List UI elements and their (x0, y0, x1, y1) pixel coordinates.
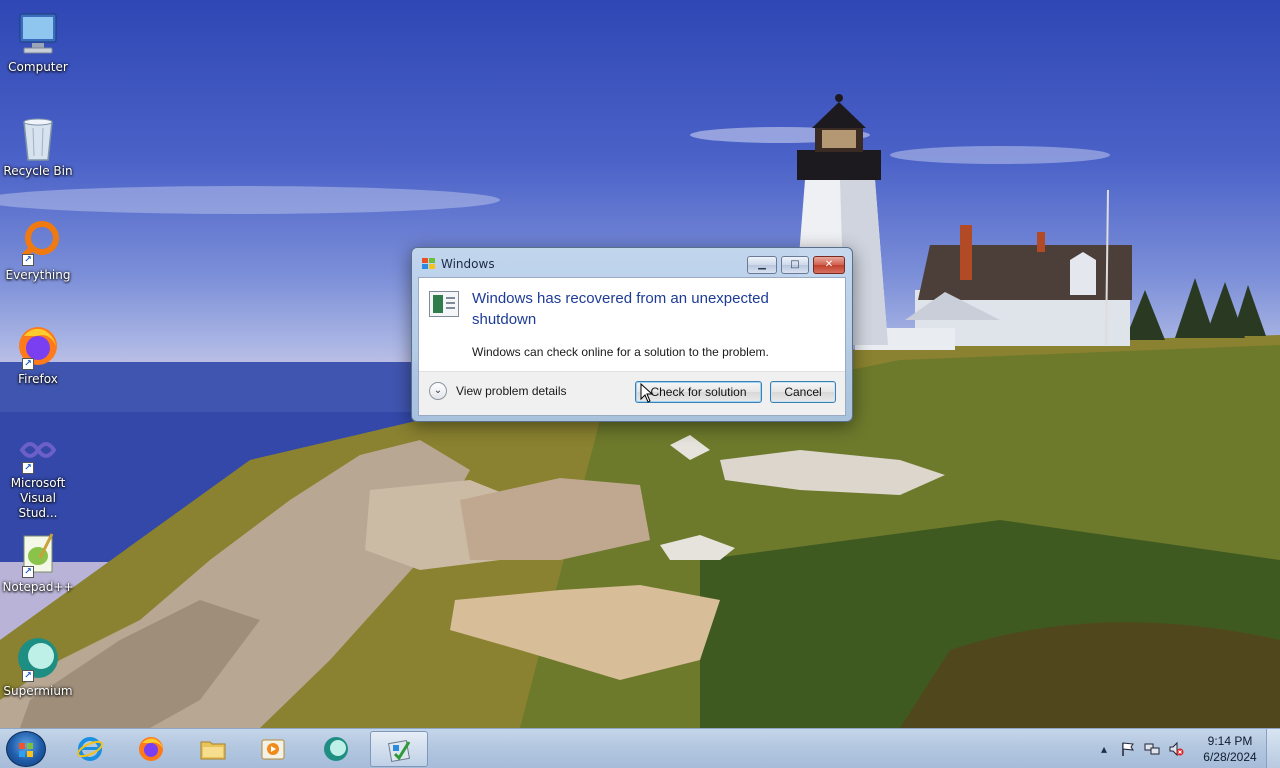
desktop-icon-visual-studio[interactable]: ↗ Microsoft Visual Stud... (0, 420, 76, 521)
start-button[interactable] (6, 731, 46, 767)
shortcut-arrow-icon: ↗ (22, 670, 34, 682)
expand-details-button[interactable]: ⌄ (429, 382, 447, 400)
system-tray: ▴ 9:14 PM 6/28/2024 (1090, 729, 1280, 768)
shortcut-arrow-icon: ↗ (22, 462, 34, 474)
media-player-icon (259, 735, 287, 763)
visual-studio-icon: ↗ (14, 426, 62, 474)
taskbar-firefox[interactable] (123, 731, 179, 767)
taskbar-file-explorer[interactable] (185, 731, 241, 767)
volume-muted-icon[interactable] (1168, 741, 1184, 757)
supermium-icon: ↗ (14, 634, 62, 682)
action-center-flag-icon[interactable] (1120, 741, 1136, 757)
dialog-footer: ⌄ View problem details Check for solutio… (419, 371, 845, 415)
minimize-button[interactable]: ▁ (747, 256, 777, 274)
desktop-icon-computer[interactable]: Computer (0, 4, 76, 75)
clock-time[interactable]: 9:14 PM (1195, 734, 1265, 748)
maximize-button[interactable]: □ (781, 256, 809, 274)
taskbar: ▴ 9:14 PM 6/28/2024 (0, 728, 1280, 768)
computer-icon (14, 10, 62, 58)
firefox-icon (137, 735, 165, 763)
recycle-bin-icon (14, 114, 62, 162)
mouse-cursor-icon (640, 382, 654, 403)
recovery-dialog: Windows ▁ □ ✕ Windows has recovered from… (411, 247, 853, 422)
taskbar-media-player[interactable] (245, 731, 301, 767)
desktop-icon-label: Recycle Bin (3, 164, 73, 178)
dialog-title: Windows (441, 257, 495, 271)
shortcut-arrow-icon: ↗ (22, 566, 34, 578)
notepadpp-icon: ↗ (14, 530, 62, 578)
view-details-label[interactable]: View problem details (456, 384, 567, 398)
problem-reporting-icon (385, 736, 413, 764)
desktop-icon-label: Notepad++ (2, 580, 74, 594)
shortcut-arrow-icon: ↗ (22, 358, 34, 370)
everything-search-icon: ↗ (14, 218, 62, 266)
desktop-icon-label: Everything (5, 268, 71, 282)
desktop-icon-recycle-bin[interactable]: Recycle Bin (0, 108, 76, 179)
clock-date[interactable]: 6/28/2024 (1195, 750, 1265, 764)
windows-flag-icon (421, 257, 437, 271)
check-for-solution-button[interactable]: Check for solution (635, 381, 762, 403)
close-icon: ✕ (824, 259, 834, 270)
problem-report-icon (429, 291, 459, 317)
show-desktop-button[interactable] (1266, 729, 1280, 768)
desktop-icon-firefox[interactable]: ↗ Firefox (0, 316, 76, 387)
desktop-icon-supermium[interactable]: ↗ Supermium (0, 628, 76, 699)
chevron-down-icon: ⌄ (433, 385, 443, 396)
desktop-icon-label: Microsoft Visual Stud... (10, 476, 66, 520)
taskbar-problem-reporting[interactable] (370, 731, 428, 767)
desktop-icon-notepadpp[interactable]: ↗ Notepad++ (0, 524, 76, 595)
show-hidden-icons-arrow[interactable]: ▴ (1096, 741, 1112, 757)
desktop-icon-label: Supermium (3, 684, 73, 698)
cancel-button[interactable]: Cancel (770, 381, 836, 403)
main-instruction: Windows has recovered from an unexpected… (472, 290, 769, 328)
minimize-icon: ▁ (758, 259, 766, 270)
network-icon[interactable] (1144, 741, 1160, 757)
file-explorer-icon (199, 735, 227, 763)
desktop-icon-label: Computer (8, 60, 68, 74)
taskbar-supermium[interactable] (308, 731, 364, 767)
dialog-titlebar[interactable]: Windows ▁ □ ✕ (412, 248, 852, 276)
internet-explorer-icon (76, 735, 104, 763)
dialog-content: Windows has recovered from an unexpected… (418, 277, 846, 416)
sub-instruction: Windows can check online for a solution … (472, 345, 769, 359)
firefox-icon: ↗ (14, 322, 62, 370)
desktop-icon-everything[interactable]: ↗ Everything (0, 212, 76, 283)
shortcut-arrow-icon: ↗ (22, 254, 34, 266)
supermium-icon (322, 735, 350, 763)
maximize-icon: □ (790, 259, 800, 270)
windows-start-icon (18, 742, 34, 758)
taskbar-internet-explorer[interactable] (62, 731, 118, 767)
close-button[interactable]: ✕ (813, 256, 845, 274)
desktop-icon-label: Firefox (18, 372, 58, 386)
